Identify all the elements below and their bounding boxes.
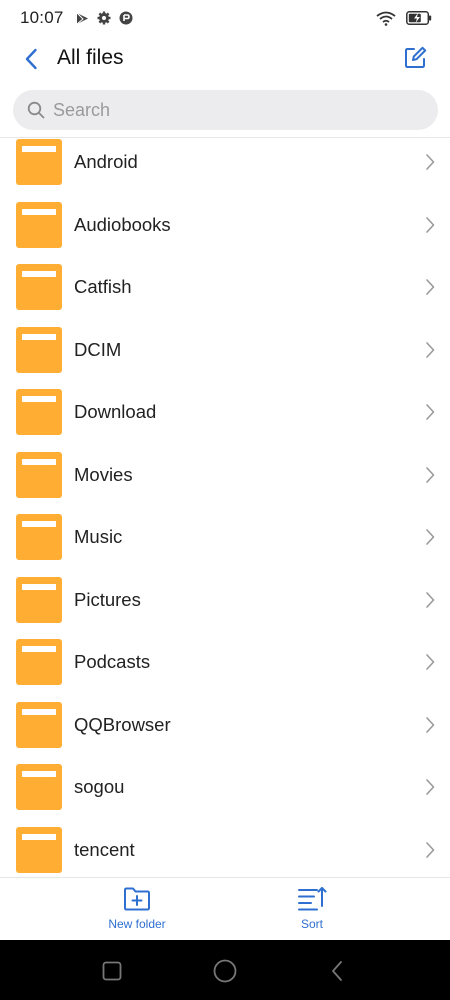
home-button[interactable] [212,958,238,984]
chevron-right-icon [426,341,435,358]
recent-apps-icon [102,961,122,981]
search-bar[interactable] [13,90,438,130]
chevron-right-icon [426,216,435,233]
sort-label: Sort [300,917,323,931]
folder-icon [16,576,62,623]
chevron-right-icon [426,779,435,796]
folder-icon [16,201,62,248]
vpn-icon [119,11,133,25]
recent-apps-button[interactable] [99,958,125,984]
folder-icon [16,701,62,748]
folder-name: Download [74,401,157,423]
folder-row[interactable]: tencent [0,819,450,877]
folder-row[interactable]: DCIM [0,319,450,382]
new-folder-label: New folder [108,917,166,931]
search-input[interactable] [53,99,383,121]
folder-icon [16,326,62,373]
folder-name: Podcasts [74,651,151,673]
folder-name: Pictures [74,588,141,610]
folder-name: sogou [74,776,125,798]
folder-icon [16,764,62,811]
chevron-right-icon [426,591,435,608]
sort-icon [298,887,327,911]
folder-name: Music [74,526,123,548]
folder-icon [16,514,62,561]
folder-name: Android [74,151,138,173]
app-header: All files [0,36,450,82]
sort-button[interactable]: Sort [252,886,372,938]
chevron-left-icon [25,48,37,70]
status-right-icons [376,11,432,26]
folder-icon [16,639,62,686]
page-title: All files [57,46,124,69]
home-icon [213,959,237,983]
folder-row[interactable]: Download [0,381,450,444]
folder-icon [16,139,62,186]
folder-name: DCIM [74,338,122,360]
folder-row[interactable]: QQBrowser [0,694,450,757]
back-button[interactable] [18,46,44,72]
chevron-right-icon [426,279,435,296]
chevron-right-icon [426,529,435,546]
folder-name: Catfish [74,276,132,298]
gear-icon [97,11,111,25]
status-left-icons [76,11,133,25]
folder-row[interactable]: Audiobooks [0,194,450,257]
chevron-right-icon [426,154,435,171]
folder-row[interactable]: Android [0,138,450,194]
folder-row[interactable]: Movies [0,444,450,507]
nav-back-button[interactable] [324,958,350,984]
folder-plus-icon [124,887,150,911]
chevron-right-icon [426,404,435,421]
folder-name: QQBrowser [74,713,171,735]
file-list[interactable]: Android Audiobooks Catfish DCIM Download Movi… [0,138,450,876]
bottom-action-bar: New folder Sort [0,877,450,940]
folder-row[interactable]: Catfish [0,256,450,319]
chevron-right-icon [426,466,435,483]
search-icon [27,101,45,119]
chevron-right-icon [426,716,435,733]
play-store-icon [76,12,88,24]
folder-name: tencent [74,838,135,860]
folder-row[interactable]: sogou [0,756,450,819]
folder-name: Movies [74,463,133,485]
edit-button[interactable] [402,45,428,71]
folder-row[interactable]: Pictures [0,569,450,632]
wifi-icon [376,11,396,26]
system-nav-bar [0,940,450,1000]
folder-row[interactable]: Podcasts [0,631,450,694]
folder-icon [16,264,62,311]
folder-icon [16,826,62,873]
new-folder-button[interactable]: New folder [77,886,197,938]
folder-name: Audiobooks [74,213,171,235]
chevron-right-icon [426,841,435,858]
folder-icon [16,451,62,498]
status-time: 10:07 [20,8,64,27]
edit-square-icon [405,46,427,68]
back-icon [332,961,342,981]
battery-charging-icon [406,11,432,25]
folder-row[interactable]: Music [0,506,450,569]
status-bar: 10:07 [0,0,450,36]
folder-icon [16,389,62,436]
chevron-right-icon [426,654,435,671]
